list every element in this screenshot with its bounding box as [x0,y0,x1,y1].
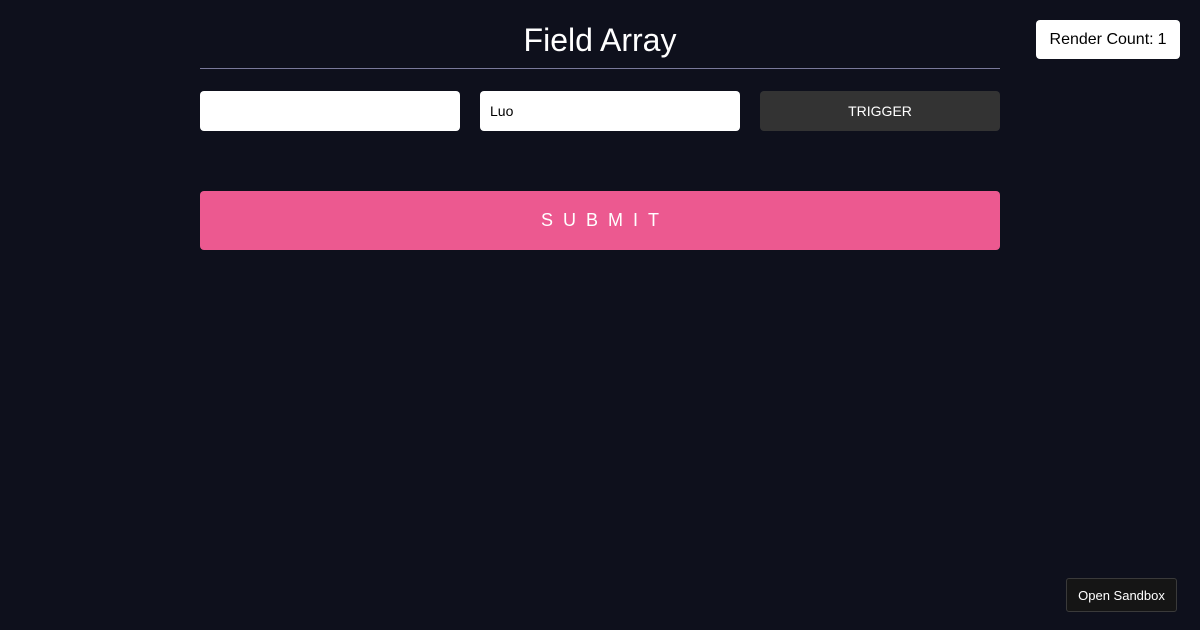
page: Render Count: 1 Field Array Trigger Subm… [0,0,1200,630]
field-array-form: Trigger Submit [200,91,1000,250]
trigger-button[interactable]: Trigger [760,91,1000,131]
first-name-input[interactable] [200,91,460,131]
render-count-label: Render Count: [1049,30,1154,48]
open-sandbox-button[interactable]: Open Sandbox [1066,578,1177,612]
field-row: Trigger [200,91,1000,131]
render-count-value: 1 [1157,30,1167,48]
page-title: Field Array [200,0,1000,69]
form-container: Field Array Trigger Submit [200,0,1000,250]
render-count-badge: Render Count: 1 [1036,20,1180,59]
submit-button[interactable]: Submit [200,191,1000,250]
last-name-input[interactable] [480,91,740,131]
